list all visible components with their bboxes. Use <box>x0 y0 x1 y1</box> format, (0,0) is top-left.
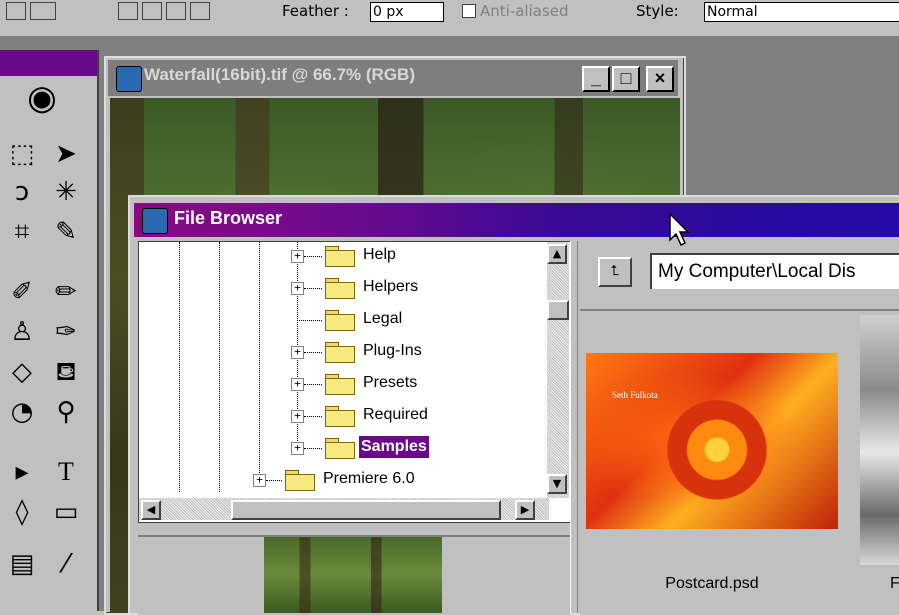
intersect-selection-icon[interactable] <box>190 2 210 20</box>
tree-vertical-scroll-thumb[interactable] <box>547 300 569 320</box>
maximize-button[interactable]: □ <box>612 66 640 92</box>
shape-tool-icon[interactable]: ▭ <box>44 494 88 530</box>
tree-connector <box>304 288 322 289</box>
tree-connector <box>304 256 322 257</box>
options-bar: Feather : 0 px Anti-aliased Style: Norma… <box>0 0 899 38</box>
expand-icon[interactable]: + <box>253 474 266 487</box>
eye-icon[interactable]: ◉ <box>20 80 64 116</box>
folder-icon <box>325 310 355 331</box>
folder-icon <box>325 406 355 427</box>
magic-wand-tool-icon[interactable]: ✳ <box>44 174 88 210</box>
expand-icon[interactable]: + <box>291 378 304 391</box>
preview-image <box>264 537 442 613</box>
anti-aliased-checkbox[interactable] <box>462 4 476 18</box>
thumbnail-second[interactable] <box>860 315 899 565</box>
dodge-tool-icon[interactable]: ⚲ <box>44 394 88 430</box>
feather-label: Feather : <box>282 2 349 20</box>
tree-connector <box>304 416 322 417</box>
tree-connector <box>304 384 322 385</box>
history-brush-tool-icon[interactable]: ✑ <box>44 314 88 350</box>
tree-vertical-scrollbar[interactable] <box>547 242 569 498</box>
path-selection-tool-icon[interactable]: ▸ <box>0 454 44 490</box>
anti-aliased-label: Anti-aliased <box>480 2 569 20</box>
thumbnail-overlay-text: Seth Fulkota <box>612 390 658 400</box>
tree-connector <box>266 480 282 481</box>
expand-icon[interactable]: + <box>291 250 304 263</box>
minimize-button[interactable]: _ <box>582 66 610 92</box>
subtract-selection-icon[interactable] <box>166 2 186 20</box>
feather-input[interactable]: 0 px <box>370 2 444 22</box>
folder-tree[interactable]: + Help + Helpers Legal + Plug-Ins + Pres… <box>138 241 572 523</box>
toolbox: ◉ ⬚ ➤ ↄ ✳ ⌗ ✎ ✐ ✏ ♙ ✑ ◇ ⛾ ◔ ⚲ ▸ T ◊ ▭ ▤ … <box>0 50 99 611</box>
tree-item-label[interactable]: Required <box>361 404 430 426</box>
tree-item-label[interactable]: Premiere 6.0 <box>321 468 417 490</box>
style-label: Style: <box>636 2 679 20</box>
tree-guide-line <box>219 242 220 492</box>
file-browser-window: File Browser + Help + Helpers Legal + Pl… <box>128 195 899 615</box>
pen-tool-icon[interactable]: ◊ <box>0 494 44 530</box>
tree-connector <box>304 448 322 449</box>
style-select[interactable]: Normal <box>704 2 899 22</box>
folder-icon <box>285 470 315 491</box>
file-browser-title: File Browser <box>174 208 283 228</box>
tree-connector <box>297 320 322 321</box>
thumbnail-postcard[interactable] <box>586 353 838 529</box>
close-button[interactable]: × <box>646 66 674 92</box>
new-selection-icon[interactable] <box>118 2 138 20</box>
move-tool-icon[interactable]: ➤ <box>44 136 88 172</box>
thumbnail-label[interactable]: Postcard.psd <box>586 575 838 593</box>
tree-guide-line <box>259 242 260 477</box>
selection-dropdown-button[interactable] <box>30 2 56 20</box>
paint-bucket-tool-icon[interactable]: ⛾ <box>44 354 88 390</box>
stamp-tool-icon[interactable]: ♙ <box>0 314 44 350</box>
photoshop-doc-icon <box>116 66 142 92</box>
type-tool-icon[interactable]: T <box>44 454 88 490</box>
tree-connector <box>304 352 322 353</box>
photoshop-app-icon <box>142 208 168 234</box>
healing-brush-tool-icon[interactable]: ✐ <box>0 274 44 310</box>
tree-item-label[interactable]: Helpers <box>361 276 420 298</box>
tree-item-label-selected[interactable]: Samples <box>359 436 429 458</box>
expand-icon[interactable]: + <box>291 346 304 359</box>
expand-icon[interactable]: + <box>291 442 304 455</box>
marquee-tool-icon[interactable]: ⬚ <box>0 136 44 172</box>
notes-tool-icon[interactable]: ▤ <box>0 546 44 582</box>
thumbnail-label[interactable]: F <box>890 575 899 593</box>
slice-tool-icon[interactable]: ✎ <box>44 214 88 250</box>
folder-icon <box>325 278 355 299</box>
eraser-tool-icon[interactable]: ◇ <box>0 354 44 390</box>
crop-tool-icon[interactable]: ⌗ <box>0 214 44 250</box>
add-selection-icon[interactable] <box>142 2 162 20</box>
tree-horizontal-scroll-thumb[interactable] <box>231 500 501 520</box>
expand-icon[interactable]: + <box>291 282 304 295</box>
scroll-down-arrow-icon[interactable]: ▼ <box>547 474 567 494</box>
tree-item-label[interactable]: Presets <box>361 372 419 394</box>
brush-tool-icon[interactable]: ✏ <box>44 274 88 310</box>
up-folder-icon[interactable]: ⮤ <box>598 257 632 287</box>
tree-item-label[interactable]: Help <box>361 244 398 266</box>
open-folder-icon <box>325 438 355 459</box>
file-browser-titlebar[interactable]: File Browser <box>134 203 899 237</box>
folder-icon <box>325 342 355 363</box>
image-window-titlebar[interactable]: Waterfall(16bit).tif @ 66.7% (RGB) _ □ × <box>108 60 678 96</box>
blur-tool-icon[interactable]: ◔ <box>0 394 44 430</box>
selection-mode-button[interactable] <box>6 2 26 20</box>
mouse-cursor-icon <box>669 212 690 247</box>
lasso-tool-icon[interactable]: ↄ <box>0 174 44 210</box>
tree-item-label[interactable]: Plug-Ins <box>361 340 424 362</box>
pane-splitter[interactable] <box>570 241 578 613</box>
toolbox-titlebar[interactable] <box>0 50 97 76</box>
expand-icon[interactable]: + <box>291 410 304 423</box>
folder-icon <box>325 374 355 395</box>
folder-icon <box>325 246 355 267</box>
tree-guide-line <box>179 242 180 492</box>
tree-item-label[interactable]: Legal <box>361 308 404 330</box>
eyedropper-tool-icon[interactable]: ⁄ <box>44 546 88 582</box>
scroll-left-arrow-icon[interactable]: ◀ <box>141 500 161 520</box>
scroll-right-arrow-icon[interactable]: ▶ <box>515 500 535 520</box>
image-window-title: Waterfall(16bit).tif @ 66.7% (RGB) <box>144 65 415 84</box>
path-field[interactable]: My Computer\Local Dis <box>650 253 899 289</box>
scroll-up-arrow-icon[interactable]: ▲ <box>547 244 567 264</box>
